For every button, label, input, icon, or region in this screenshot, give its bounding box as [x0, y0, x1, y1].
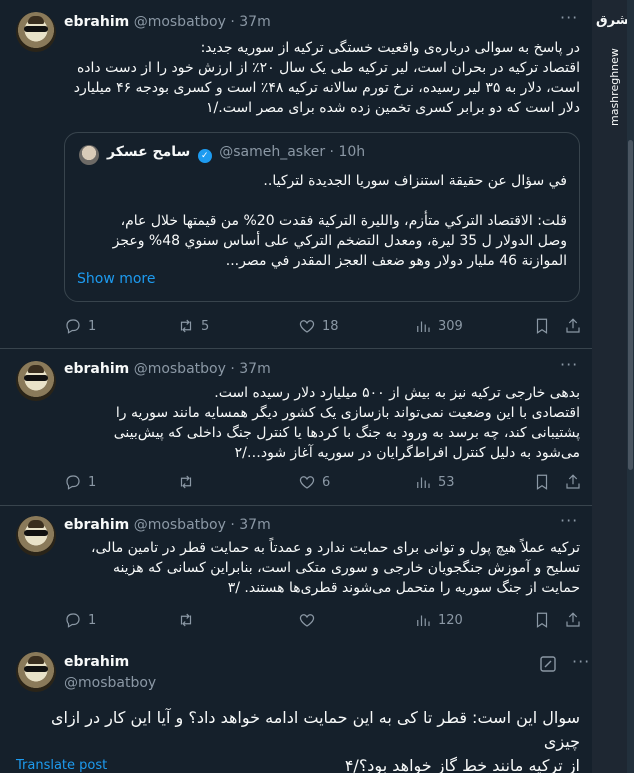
watermark-logo: مشرق	[596, 13, 634, 28]
bookmark-button[interactable]	[533, 316, 551, 336]
more-options-icon[interactable]: ···	[560, 355, 578, 374]
more-options-icon[interactable]: ···	[572, 652, 590, 671]
bookmark-button[interactable]	[533, 472, 551, 492]
author-handle[interactable]: @mosbatboy	[134, 361, 226, 377]
retweet-icon	[180, 319, 192, 333]
tweet-header: ebrahim @mosbatboy · 37m	[64, 14, 271, 30]
reply-icon	[66, 319, 80, 334]
retweet-count: 5	[201, 318, 210, 334]
views-count: 120	[438, 612, 463, 628]
bookmark-icon	[536, 318, 548, 334]
heart-icon	[299, 614, 315, 627]
retweet-icon	[180, 613, 192, 627]
timestamp[interactable]: 37m	[239, 14, 270, 30]
share-icon	[566, 612, 580, 627]
author-handle[interactable]: @mosbatboy	[134, 14, 226, 30]
views-icon	[417, 321, 430, 332]
retweet-button[interactable]	[177, 472, 201, 492]
reply-button[interactable]: 1	[64, 610, 96, 630]
share-icon	[566, 474, 580, 489]
reply-icon	[66, 613, 80, 628]
heart-icon	[299, 320, 315, 333]
watermark-url-text: mashreghnews.ir	[608, 48, 621, 126]
like-count: 6	[322, 474, 331, 490]
retweet-button[interactable]	[177, 610, 201, 630]
views-button[interactable]: 53	[414, 472, 455, 492]
bookmark-icon	[536, 612, 548, 628]
more-options-icon[interactable]: ···	[560, 8, 578, 27]
timestamp[interactable]: 37m	[239, 361, 270, 377]
translate-post-link[interactable]: Translate post	[16, 758, 107, 773]
author-name[interactable]: ebrahim	[64, 361, 129, 377]
views-icon	[417, 477, 430, 488]
quote-header: سامح عسكر ✓ @sameh_asker · 10h	[107, 144, 366, 163]
tweet-header: ebrahim @mosbatboy · 37m	[64, 361, 271, 377]
share-button[interactable]	[564, 610, 582, 630]
like-button[interactable]: 18	[298, 316, 339, 336]
author-name[interactable]: ebrahim	[64, 517, 129, 533]
retweet-button[interactable]: 5	[177, 316, 209, 336]
avatar[interactable]	[16, 12, 56, 52]
tweet-actions: 1 5 18 309	[64, 316, 580, 336]
verified-badge-icon: ✓	[197, 149, 212, 163]
quoted-tweet[interactable]: سامح عسكر ✓ @sameh_asker · 10h في سؤال ع…	[64, 132, 580, 302]
heart-icon	[299, 476, 315, 489]
views-button[interactable]: 120	[414, 610, 463, 630]
tweet-2[interactable]: ebrahim @mosbatboy · 37m ··· بدهی خارجی …	[0, 349, 592, 506]
bookmark-icon	[536, 474, 548, 490]
reply-count: 1	[88, 318, 97, 334]
quote-author-handle: @sameh_asker	[219, 144, 326, 160]
like-button[interactable]	[298, 610, 322, 630]
reply-count: 1	[88, 612, 97, 628]
reply-icon	[66, 475, 80, 490]
quote-text: في سؤال عن حقيقة استنزاف سوريا الجديدة ل…	[112, 173, 567, 269]
avatar[interactable]	[16, 652, 56, 692]
tweet-text: در پاسخ به سوالی درباره‌ی واقعیت خستگی ت…	[73, 40, 580, 116]
more-options-icon[interactable]: ···	[560, 511, 578, 530]
tweet-actions: 1 120	[64, 610, 580, 630]
reply-button[interactable]: 1	[64, 472, 96, 492]
tweet-header: ebrahim @mosbatboy · 37m	[64, 517, 271, 533]
show-more-link[interactable]: Show more	[77, 271, 156, 287]
reply-count: 1	[88, 474, 97, 490]
tweet-text: بدهی خارجی ترکیه نیز به بیش از ۵۰۰ میلیا…	[113, 385, 580, 461]
tweet-actions: 1 6 53	[64, 472, 580, 492]
bookmark-button[interactable]	[533, 610, 551, 630]
edit-icon[interactable]	[540, 656, 556, 672]
author-name[interactable]: ebrahim	[64, 14, 129, 30]
views-count: 53	[438, 474, 455, 490]
avatar[interactable]	[16, 516, 56, 556]
quote-timestamp: 10h	[338, 144, 366, 160]
tweet-3[interactable]: ebrahim @mosbatboy · 37m ··· ترکیه عملاً…	[0, 506, 592, 646]
watermark-url: mashreghnews.ir	[608, 48, 621, 126]
author-name[interactable]: ebrahim	[64, 654, 129, 670]
scrollbar-thumb[interactable]	[628, 140, 633, 470]
like-count: 18	[322, 318, 339, 334]
views-count: 309	[438, 318, 463, 334]
share-button[interactable]	[564, 472, 582, 492]
reply-button[interactable]: 1	[64, 316, 96, 336]
share-button[interactable]	[564, 316, 582, 336]
like-button[interactable]: 6	[298, 472, 330, 492]
share-icon	[566, 318, 580, 333]
author-handle[interactable]: @mosbatboy	[64, 675, 156, 691]
views-icon	[417, 615, 430, 626]
views-button[interactable]: 309	[414, 316, 463, 336]
timestamp[interactable]: 37m	[239, 517, 270, 533]
avatar[interactable]	[16, 361, 56, 401]
quote-author-name: سامح عسكر	[107, 144, 191, 160]
author-handle[interactable]: @mosbatboy	[134, 517, 226, 533]
retweet-icon	[180, 475, 192, 489]
tweet-text: ترکیه عملاً هیچ پول و توانی برای حمایت ن…	[90, 540, 580, 596]
quote-avatar	[79, 145, 99, 165]
tweet-1[interactable]: ebrahim @mosbatboy · 37m در پاسخ به سوال…	[0, 0, 592, 349]
